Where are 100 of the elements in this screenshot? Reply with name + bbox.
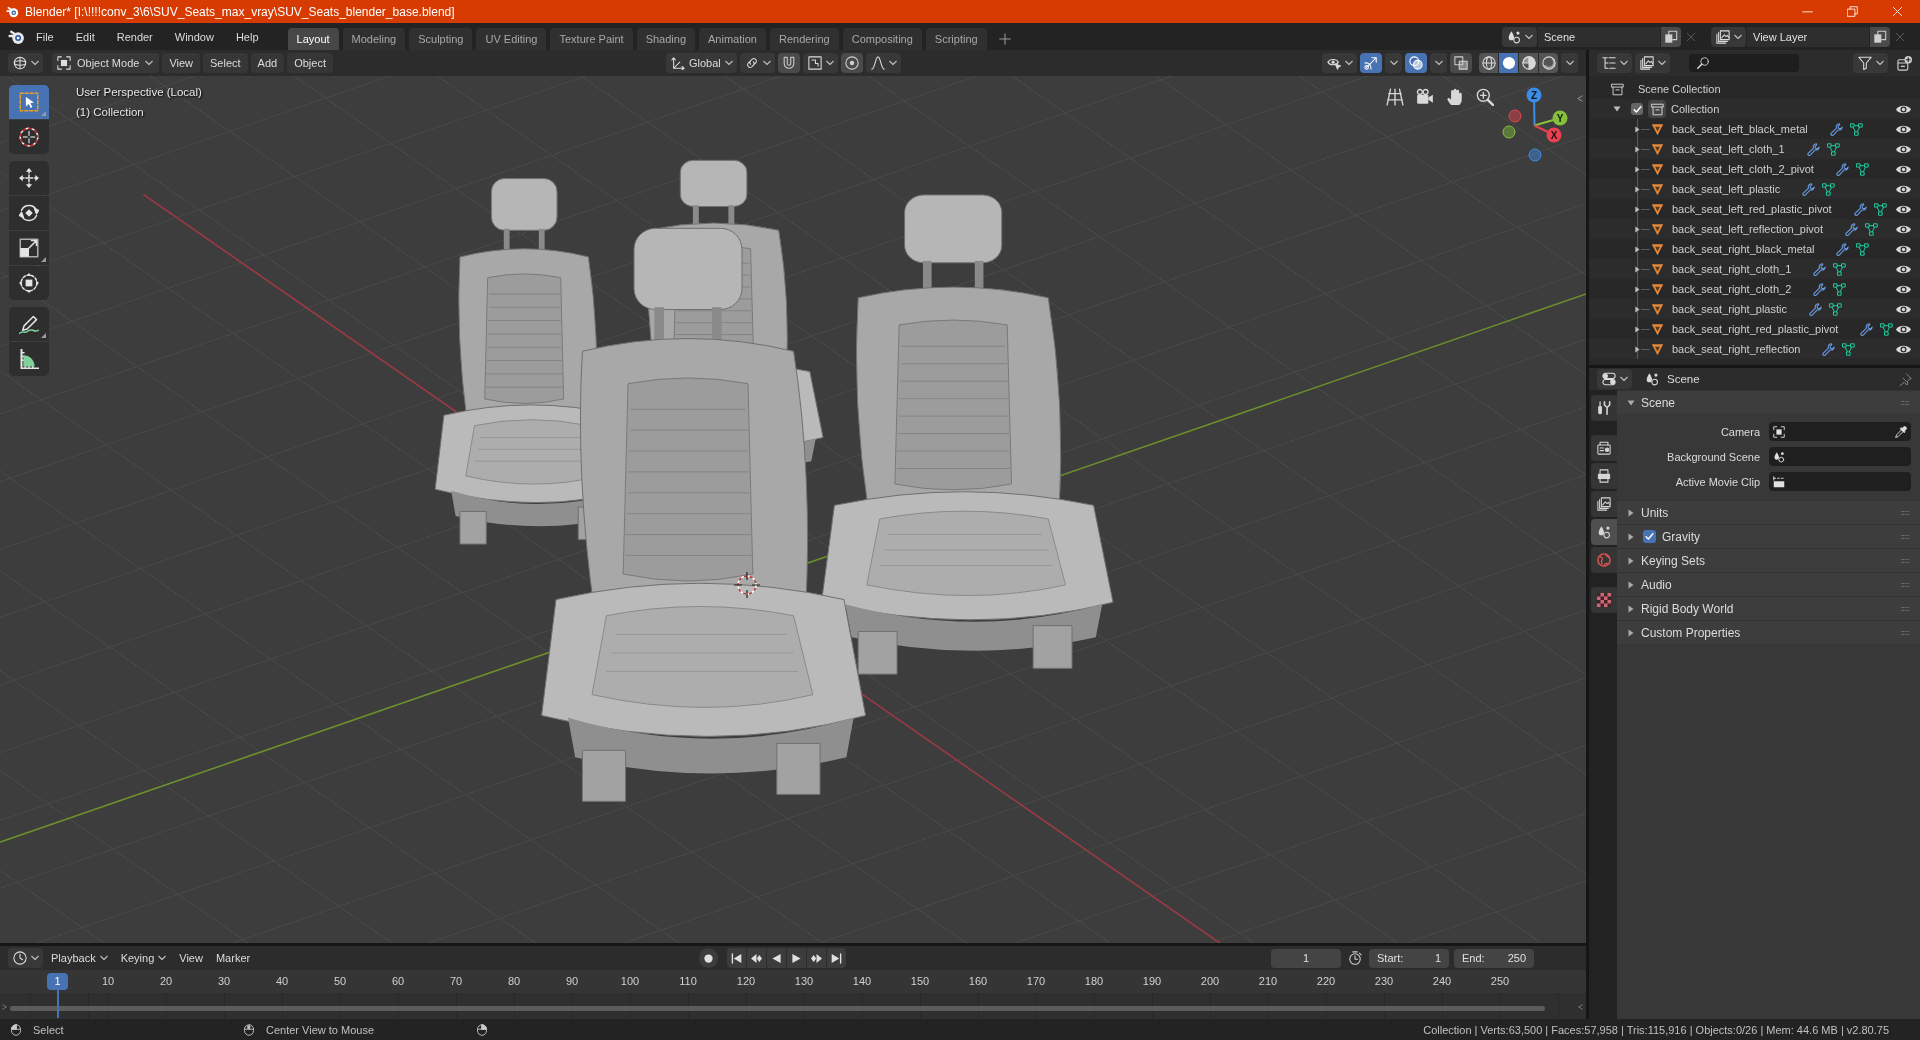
object-field[interactable] xyxy=(1769,447,1911,466)
properties-tab[interactable] xyxy=(1591,587,1617,613)
wrench-icon[interactable] xyxy=(1829,122,1843,136)
menu-item[interactable]: File xyxy=(25,30,65,43)
zoom-icon[interactable] xyxy=(1476,88,1494,106)
hand-icon[interactable] xyxy=(1446,88,1464,106)
wrench-icon[interactable] xyxy=(1822,342,1836,356)
snap-target-dropdown[interactable] xyxy=(802,53,838,73)
vertex-triangle-icon[interactable] xyxy=(1842,342,1856,356)
panel-header[interactable]: Custom Properties xyxy=(1617,620,1920,644)
axis-handle[interactable]: Y xyxy=(1533,110,1568,127)
outliner-row[interactable]: back_seat_right_cloth_1 xyxy=(1589,259,1920,279)
filter-dropdown[interactable] xyxy=(1853,53,1888,73)
vertex-triangle-icon[interactable] xyxy=(1865,222,1879,236)
gizmo-options-dropdown[interactable] xyxy=(1385,53,1402,73)
playback-button[interactable] xyxy=(746,948,766,968)
workspace-tab[interactable]: Rendering xyxy=(769,28,839,50)
panel-header[interactable]: Units xyxy=(1617,500,1920,524)
axis-handle[interactable] xyxy=(1502,125,1516,139)
pin-icon[interactable] xyxy=(1899,372,1912,386)
vertex-triangle-icon[interactable] xyxy=(1880,322,1894,336)
shading-button[interactable] xyxy=(1479,53,1498,73)
panel-header[interactable]: Keying Sets xyxy=(1617,548,1920,572)
menu-item[interactable]: Render xyxy=(105,30,164,43)
vertex-triangle-icon[interactable] xyxy=(1873,202,1887,216)
tool-button[interactable] xyxy=(9,85,49,119)
workspace-tab[interactable]: Shading xyxy=(636,28,696,50)
vertex-triangle-icon[interactable] xyxy=(1849,122,1863,136)
menu-item[interactable]: Playback xyxy=(46,948,113,968)
view-layer-field[interactable]: View Layer xyxy=(1747,26,1869,47)
workspace-tab[interactable]: Compositing xyxy=(842,28,922,50)
orientation-dropdown[interactable]: Global xyxy=(666,53,737,73)
eyedropper-icon[interactable] xyxy=(1895,425,1907,438)
wrench-icon[interactable] xyxy=(1813,262,1827,276)
shading-options-dropdown[interactable] xyxy=(1561,53,1578,73)
proportional-editing-toggle[interactable] xyxy=(840,53,863,73)
editor-type-button[interactable] xyxy=(8,53,43,73)
plus-icon[interactable] xyxy=(998,33,1011,45)
stopwatch-icon[interactable] xyxy=(1348,951,1362,965)
triangle-right-icon[interactable] xyxy=(1634,325,1641,333)
wrench-icon[interactable] xyxy=(1835,162,1849,176)
start-frame-field[interactable]: Start: 1 xyxy=(1369,948,1449,968)
xray-toggle[interactable] xyxy=(1450,53,1472,73)
overlay-toggle[interactable] xyxy=(1405,53,1427,73)
app-logo-icon[interactable] xyxy=(8,28,25,45)
current-frame-field[interactable]: 1 xyxy=(1271,948,1341,968)
shading-button[interactable] xyxy=(1499,53,1518,73)
visibility-dropdown[interactable] xyxy=(1322,53,1357,73)
vertex-triangle-icon[interactable] xyxy=(1828,302,1842,316)
properties-tab[interactable] xyxy=(1591,463,1617,489)
editor-type-button[interactable] xyxy=(1597,53,1632,73)
search-field[interactable] xyxy=(1689,54,1799,72)
checkbox[interactable] xyxy=(1643,530,1656,543)
properties-tab[interactable] xyxy=(1591,491,1617,517)
axis-handle[interactable] xyxy=(1528,148,1542,162)
chevron-right-icon[interactable] xyxy=(2,1003,7,1011)
playback-button[interactable] xyxy=(766,948,786,968)
falloff-dropdown[interactable] xyxy=(865,53,901,73)
checkbox[interactable] xyxy=(1631,103,1643,115)
menu-item[interactable]: View xyxy=(174,948,208,968)
triangle-right-icon[interactable] xyxy=(1634,225,1641,233)
editor-type-button[interactable] xyxy=(8,948,43,968)
camera-icon[interactable] xyxy=(1416,88,1434,106)
vertex-triangle-icon[interactable] xyxy=(1822,182,1836,196)
outliner-row[interactable]: Collection xyxy=(1589,99,1920,119)
triangle-right-icon[interactable] xyxy=(1634,305,1641,313)
display-mode-dropdown[interactable] xyxy=(1635,53,1670,73)
tool-button[interactable] xyxy=(9,342,49,376)
grid-icon[interactable] xyxy=(1386,88,1404,106)
scene-field[interactable]: Scene xyxy=(1538,26,1660,47)
properties-tab[interactable] xyxy=(1591,435,1617,461)
gizmo-toggle[interactable] xyxy=(1360,53,1382,73)
outliner-row[interactable]: back_seat_right_plastic xyxy=(1589,299,1920,319)
tool-button[interactable] xyxy=(9,307,49,341)
vertex-triangle-icon[interactable] xyxy=(1855,162,1869,176)
menu-item[interactable]: Object xyxy=(287,53,333,73)
vertex-triangle-icon[interactable] xyxy=(1856,242,1870,256)
object-field[interactable] xyxy=(1769,472,1911,491)
menu-item[interactable]: Help xyxy=(224,30,270,43)
tool-button[interactable] xyxy=(9,266,49,300)
triangle-right-icon[interactable] xyxy=(1634,285,1641,293)
properties-tab[interactable] xyxy=(1591,395,1617,421)
shading-button[interactable] xyxy=(1519,53,1538,73)
tool-button[interactable] xyxy=(9,231,49,265)
tool-button[interactable] xyxy=(9,161,49,195)
playback-button[interactable] xyxy=(826,948,846,968)
triangle-right-icon[interactable] xyxy=(1634,345,1641,353)
wrench-icon[interactable] xyxy=(1802,182,1816,196)
car-seat-set-drawing[interactable] xyxy=(434,159,1114,802)
menu-item[interactable]: Edit xyxy=(64,30,106,43)
axis-handle[interactable]: X xyxy=(1533,124,1562,143)
menu-item[interactable]: Window xyxy=(163,30,225,43)
vertex-triangle-icon[interactable] xyxy=(1833,262,1847,276)
panel-header[interactable]: Gravity xyxy=(1617,524,1920,548)
box-plus-icon[interactable] xyxy=(1897,55,1912,71)
menu-item[interactable]: Keying xyxy=(115,948,172,968)
workspace-tab[interactable]: Texture Paint xyxy=(550,28,633,50)
triangle-right-icon[interactable] xyxy=(1634,145,1641,153)
workspace-tab[interactable]: Sculpting xyxy=(409,28,473,50)
end-frame-field[interactable]: End: 250 xyxy=(1454,948,1534,968)
